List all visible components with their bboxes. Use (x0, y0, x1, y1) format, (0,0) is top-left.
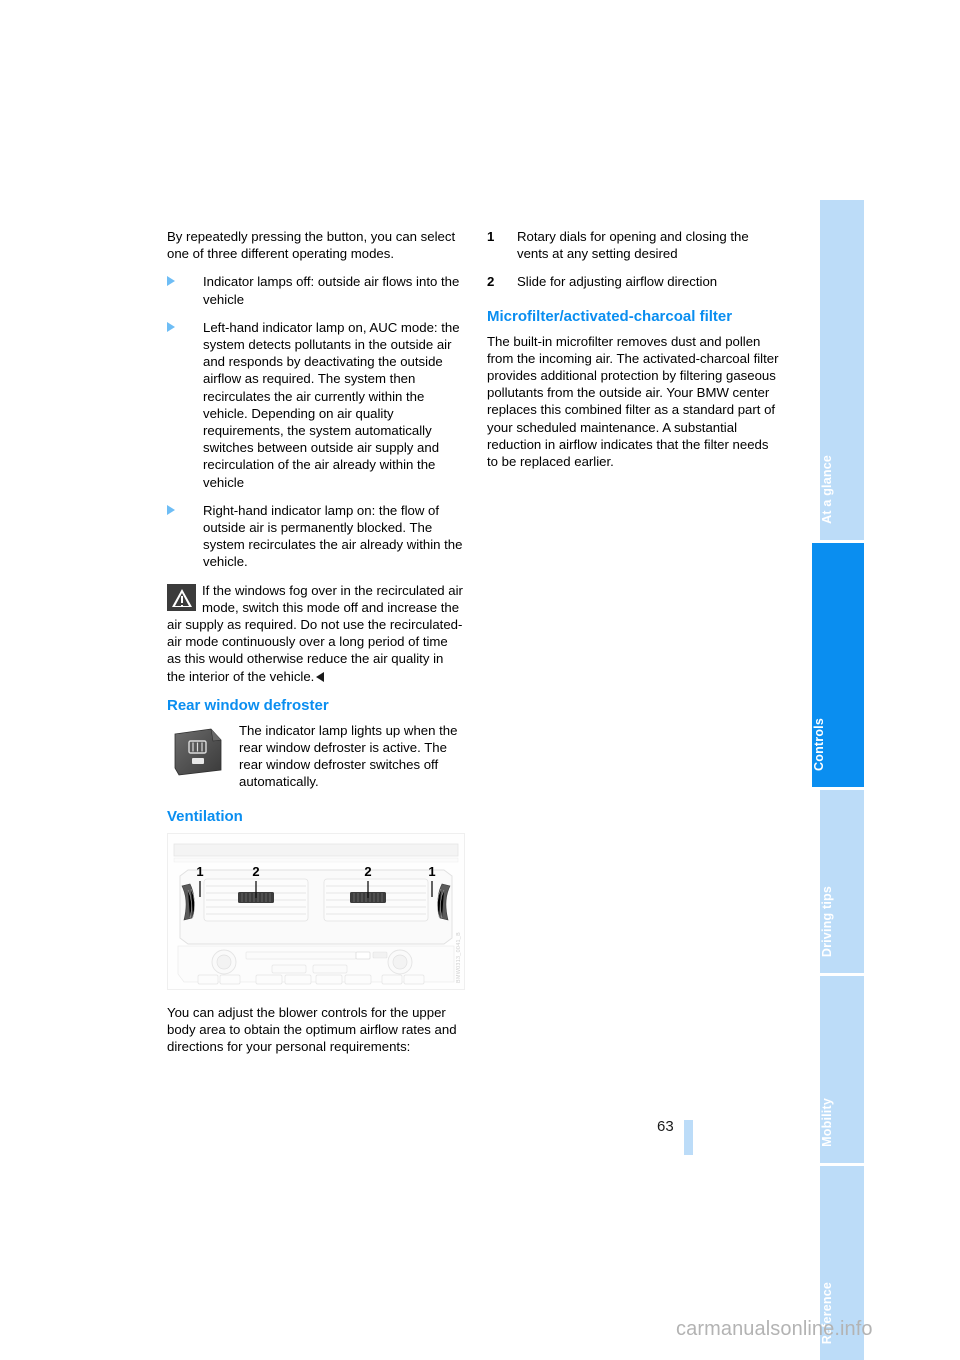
tab-driving-tips[interactable]: Driving tips (820, 790, 864, 973)
section-tab-rail: At a glance Controls Driving tips Mobili… (812, 200, 872, 1360)
left-text-column: By repeatedly pressing the button, you c… (167, 228, 465, 1055)
right-text-column: 1 Rotary dials for opening and closing t… (487, 228, 783, 470)
legend-number: 1 (487, 229, 495, 244)
heading-microfilter: Microfilter/activated-charcoal filter (487, 307, 733, 325)
list-item: Indicator lamps off: outside air flows i… (167, 273, 463, 307)
list-item: 2 Slide for adjusting airflow direction (487, 273, 783, 290)
heading-ventilation: Ventilation (167, 807, 243, 825)
tab-controls[interactable]: Controls (812, 543, 864, 787)
tab-mobility[interactable]: Mobility (820, 976, 864, 1163)
list-item-text: Indicator lamps off: outside air flows i… (203, 274, 460, 307)
ventilation-caption: You can adjust the blower controls for t… (167, 1004, 457, 1055)
manual-page: At a glance Controls Driving tips Mobili… (0, 0, 960, 1360)
defroster-description: The indicator lamp lights up when the re… (239, 722, 458, 790)
dashboard-vent-illustration: 1 2 2 1 (168, 833, 464, 989)
tab-label-controls: Controls (812, 718, 826, 771)
callout-1-left: 1 (196, 864, 203, 879)
defroster-block: The indicator lamp lights up when the re… (167, 722, 463, 796)
list-item: Right-hand indicator lamp on: the flow o… (167, 502, 463, 571)
page-number: 63 (657, 1118, 674, 1135)
vent-legend-list: 1 Rotary dials for opening and closing t… (487, 228, 783, 291)
microfilter-description: The built-in microfilter removes dust an… (487, 333, 779, 470)
list-item: Left-hand indicator lamp on, AUC mode: t… (167, 319, 463, 491)
callout-2-left: 2 (252, 864, 259, 879)
legend-number: 2 (487, 274, 495, 290)
tab-label-mobility: Mobility (820, 1098, 834, 1147)
triangle-bullet-icon (167, 321, 175, 332)
list-item-text: Right-hand indicator lamp on: the flow o… (203, 502, 463, 570)
warning-note-text: If the windows fog over in the recircula… (167, 582, 463, 684)
legend-text: Slide for adjusting airflow direction (517, 274, 718, 290)
warning-triangle-icon (167, 583, 196, 611)
callout-2-right: 2 (364, 864, 371, 879)
watermark: carmanualsonline.info (676, 1318, 873, 1340)
triangle-bullet-icon (167, 504, 175, 515)
tab-label-at-a-glance: At a glance (820, 455, 834, 524)
list-item-text: Left-hand indicator lamp on, AUC mode: t… (203, 319, 460, 490)
triangle-bullet-icon (167, 276, 175, 287)
list-item: 1 Rotary dials for opening and closing t… (487, 228, 783, 262)
page-number-bar (684, 1120, 693, 1155)
operating-modes-list: Indicator lamps off: outside air flows i… (167, 273, 463, 570)
tab-at-a-glance[interactable]: At a glance (820, 200, 864, 540)
figure-reference-code: BMW0313_0041_B (456, 931, 462, 983)
ventilation-diagram: 1 2 2 1 BMW0313_0041_B (167, 832, 465, 990)
rear-window-defroster-button-icon (174, 728, 222, 776)
callout-1-right: 1 (428, 864, 435, 879)
heading-rear-window-defroster: Rear window defroster (167, 696, 329, 714)
note-end-marker-icon (316, 671, 325, 682)
warning-note: If the windows fog over in the recircula… (167, 582, 463, 685)
intro-paragraph: By repeatedly pressing the button, you c… (167, 229, 456, 262)
tab-label-driving-tips: Driving tips (820, 885, 834, 957)
legend-text: Rotary dials for opening and closing the… (517, 229, 749, 262)
